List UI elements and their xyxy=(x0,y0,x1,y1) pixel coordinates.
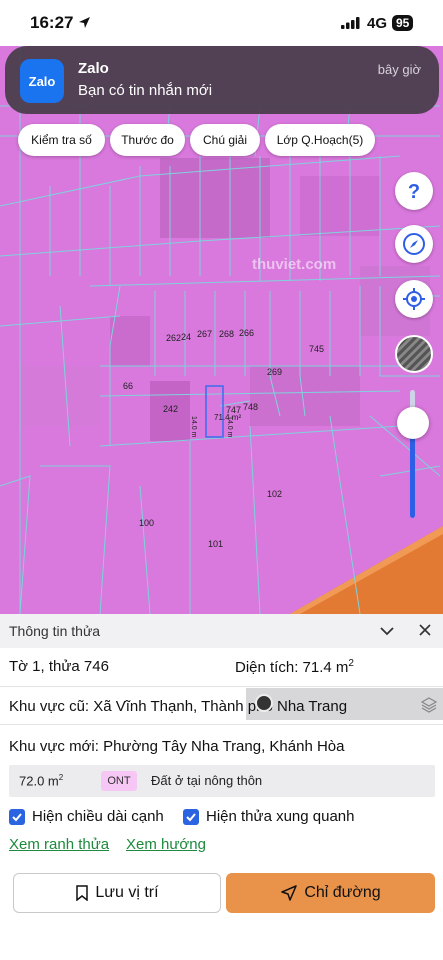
crosshair-icon xyxy=(403,288,425,310)
parcel-area: Diện tích: 71.4 m2 xyxy=(235,658,354,676)
bookmark-icon xyxy=(76,885,89,901)
base-layer-toggle[interactable] xyxy=(395,335,433,373)
layers-icon[interactable] xyxy=(421,697,437,713)
map-watermark: thuviet.com xyxy=(252,256,337,273)
new-region: Khu vực mới: Phường Tây Nha Trang, Khánh… xyxy=(9,738,345,755)
zalo-notification[interactable]: Zalo Zalo Bạn có tin nhắn mới bây giờ xyxy=(5,46,439,114)
show-edge-length-checkbox[interactable] xyxy=(9,809,25,825)
parcel-label: 745 xyxy=(309,344,325,354)
save-location-label: Lưu vị trí xyxy=(95,884,159,901)
show-neighbors-label[interactable]: Hiện thửa xung quanh xyxy=(206,808,354,825)
zone-code-badge: ONT xyxy=(101,771,137,791)
parcel-label: 242 xyxy=(163,404,179,414)
show-neighbors-checkbox[interactable] xyxy=(183,809,199,825)
parcel-label: 748 xyxy=(243,402,259,412)
chevron-down-icon[interactable] xyxy=(379,623,395,639)
directions-label: Chỉ đường xyxy=(304,884,381,901)
signal-icon xyxy=(341,17,360,29)
old-region: Khu vực cũ: Xã Vĩnh Thạnh, Thành phố Nha… xyxy=(9,698,348,715)
parcel-label: 102 xyxy=(267,489,283,499)
status-bar: 16:27 4G 95 xyxy=(0,0,443,46)
parcel-label: 66 xyxy=(123,381,134,391)
parcel-label: 100 xyxy=(139,518,155,528)
close-icon[interactable] xyxy=(418,623,432,637)
opacity-slider-knob[interactable] xyxy=(397,407,429,439)
zalo-app-icon: Zalo xyxy=(20,59,64,103)
save-location-button[interactable]: Lưu vị trí xyxy=(13,873,221,913)
view-boundary-link[interactable]: Xem ranh thửa xyxy=(9,836,109,853)
battery-icon: 95 xyxy=(392,15,414,31)
divider xyxy=(0,686,443,687)
checkmark-icon xyxy=(12,813,22,822)
parcel-label: 268 xyxy=(219,329,235,339)
parcel-label: 266 xyxy=(239,328,255,338)
help-icon: ? xyxy=(408,181,420,202)
avatar xyxy=(255,694,273,712)
edge-length-label: 14.0 m xyxy=(226,416,233,438)
my-location-button[interactable] xyxy=(395,280,433,318)
show-edge-length-label[interactable]: Hiện chiều dài cạnh xyxy=(32,808,164,825)
legend-chip[interactable]: Chú giải xyxy=(190,124,260,156)
sheet-parcel-number: Tờ 1, thửa 746 xyxy=(9,658,109,675)
checkmark-icon xyxy=(186,813,196,822)
zone-description: Đất ở tại nông thôn xyxy=(151,773,263,788)
panel-header: Thông tin thửa xyxy=(0,614,443,648)
navigation-arrow-icon xyxy=(281,885,298,901)
help-button[interactable]: ? xyxy=(395,172,433,210)
zone-area: 72.0 m2 xyxy=(19,773,64,789)
view-direction-link[interactable]: Xem hướng xyxy=(126,836,206,853)
directions-button[interactable]: Chỉ đường xyxy=(226,873,435,913)
opacity-slider-fill xyxy=(410,428,415,518)
edge-length-label: 14.0 m xyxy=(190,416,197,438)
parcel-label: 24 xyxy=(181,332,192,342)
compass-icon xyxy=(403,233,425,255)
divider xyxy=(0,724,443,725)
measure-tool-chip[interactable]: Thước đo xyxy=(110,124,185,156)
notification-app-name: Zalo xyxy=(78,60,109,77)
status-time: 16:27 xyxy=(30,13,74,32)
land-use-zone-row: 72.0 m2 ONT Đất ở tại nông thôn xyxy=(9,765,435,797)
notification-message: Bạn có tin nhắn mới xyxy=(78,82,213,99)
location-arrow-icon xyxy=(79,17,90,28)
compass-button[interactable] xyxy=(395,225,433,263)
panel-title: Thông tin thửa xyxy=(9,623,101,639)
check-number-chip[interactable]: Kiểm tra số xyxy=(18,124,105,156)
notification-time: bây giờ xyxy=(377,62,421,77)
parcel-label: 101 xyxy=(208,539,224,549)
svg-text:?: ? xyxy=(408,181,420,202)
parcel-label: 267 xyxy=(197,329,213,339)
parcel-label: 262 xyxy=(166,333,182,343)
planning-layers-chip[interactable]: Lớp Q.Hoạch(5) xyxy=(265,124,375,156)
network-type: 4G xyxy=(367,15,388,32)
parcel-label: 269 xyxy=(267,367,283,377)
